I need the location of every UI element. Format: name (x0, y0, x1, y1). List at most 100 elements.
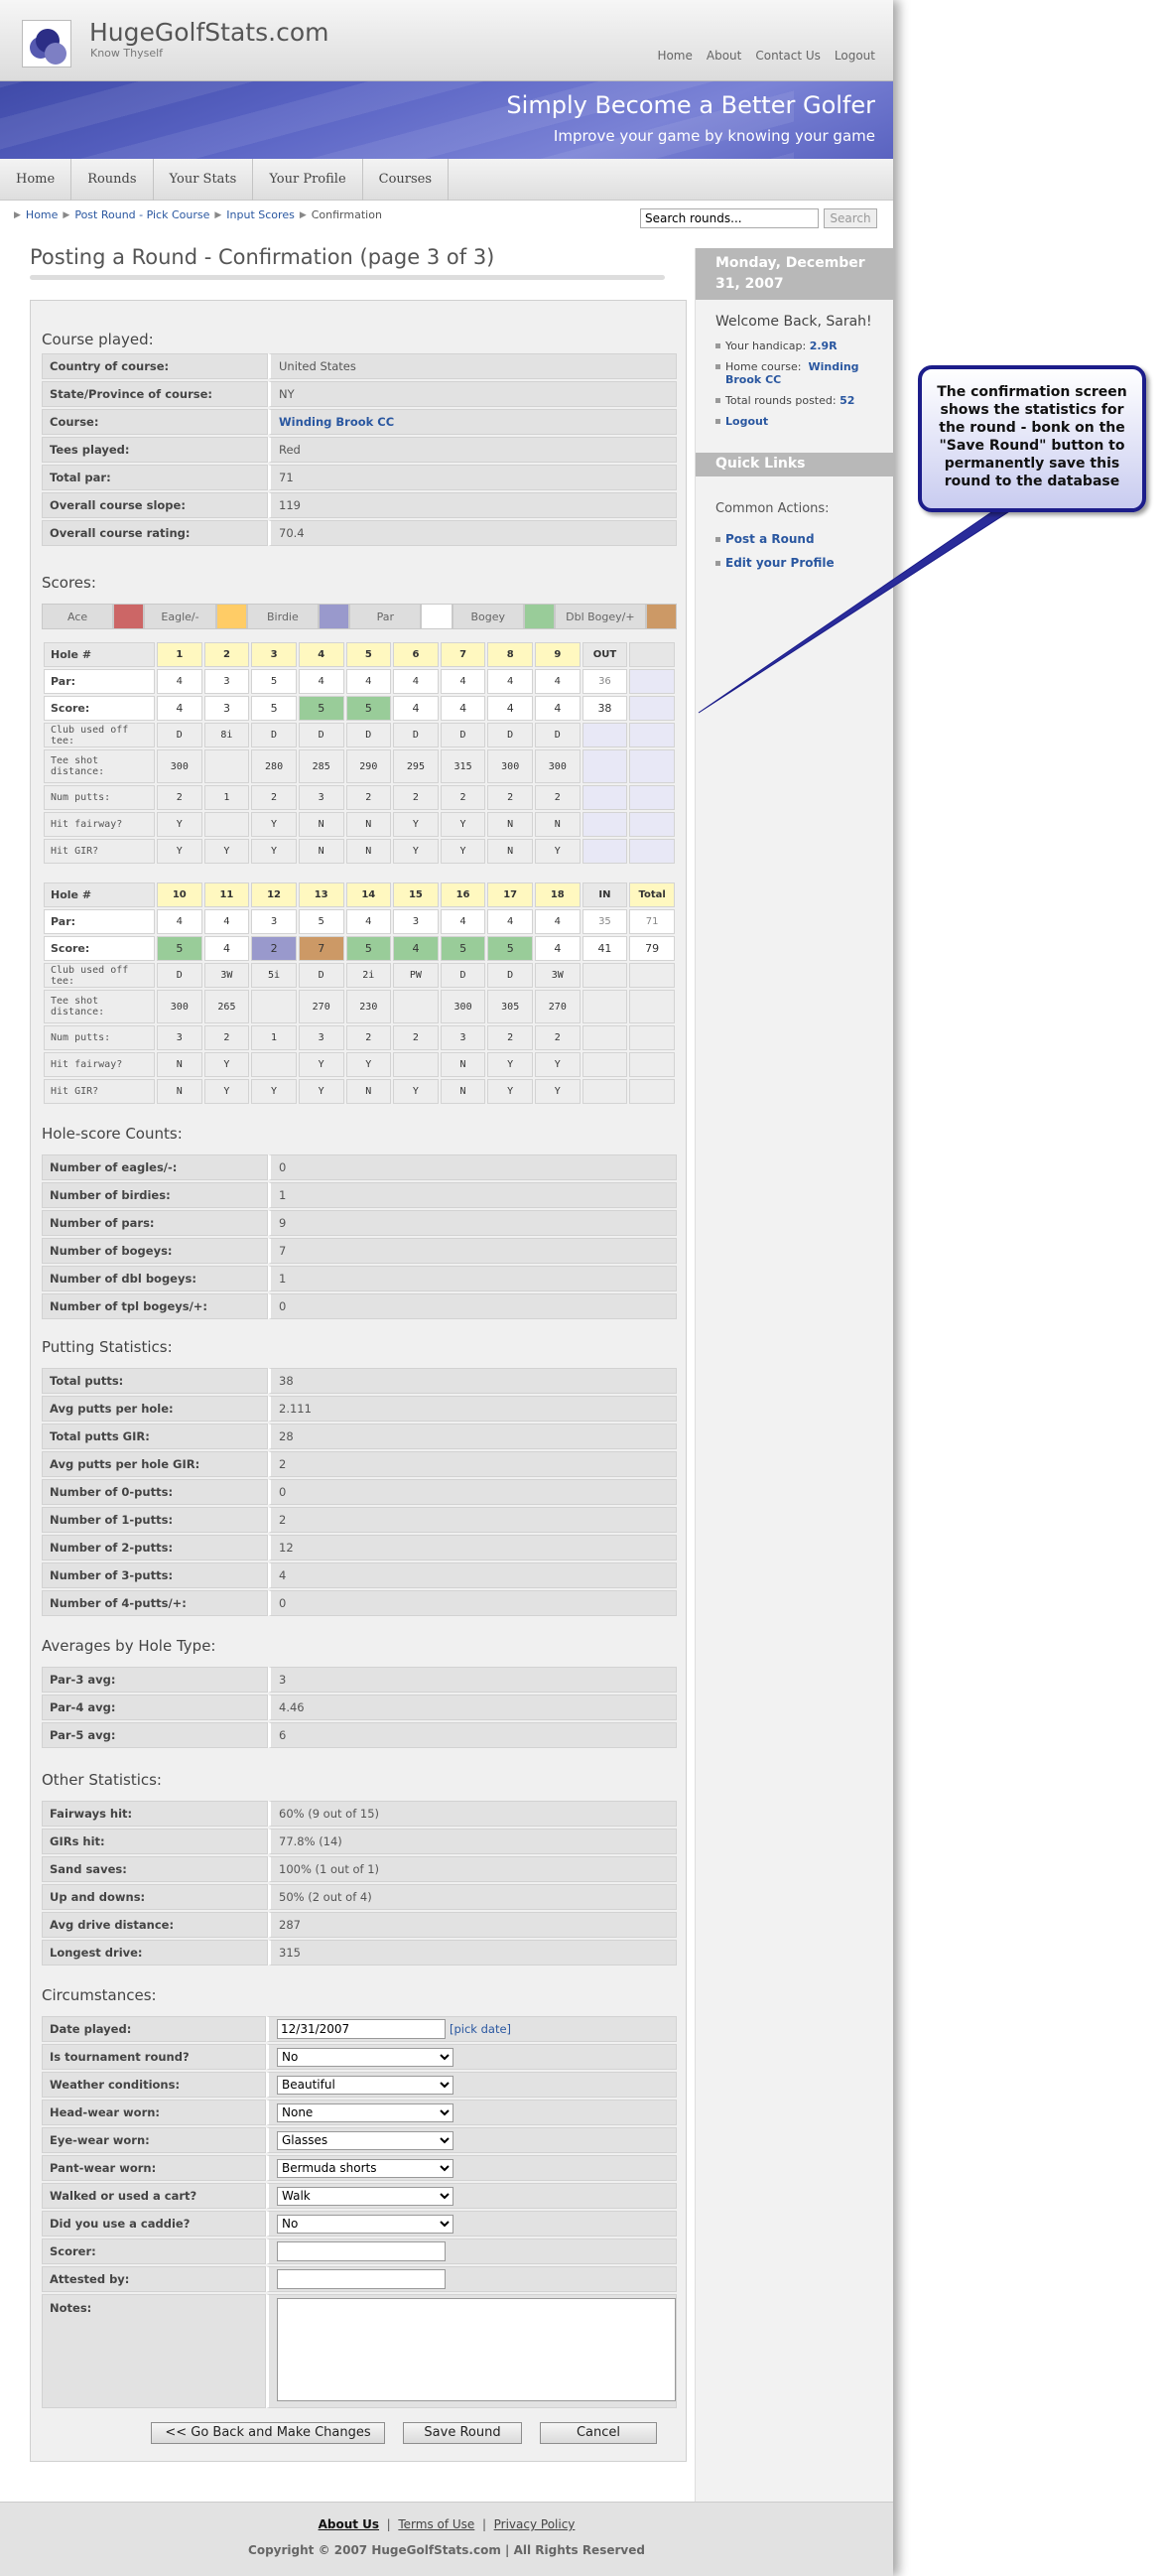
footer-privacy-link[interactable]: Privacy Policy (494, 2517, 576, 2531)
club-cell: D (440, 963, 486, 988)
other-row: Sand saves: 100% (1 out of 1) (42, 1856, 677, 1882)
course-table: Country of course: United States State/Pr… (42, 351, 677, 548)
notes-textarea[interactable] (277, 2298, 676, 2401)
search-input[interactable] (640, 208, 819, 228)
logo-icon[interactable] (22, 20, 71, 68)
attested-input[interactable] (277, 2269, 446, 2289)
edit-profile-link[interactable]: Edit your Profile (715, 556, 835, 570)
score-cell: 4 (535, 696, 581, 721)
hole-number: 14 (345, 882, 392, 907)
putting-value: 0 (268, 1590, 677, 1616)
course-value: 70.4 (268, 520, 677, 546)
tab-rounds[interactable]: Rounds (71, 159, 154, 201)
footer-links: About Us | Terms of Use | Privacy Policy (318, 2517, 576, 2531)
rounds-link[interactable]: 52 (840, 394, 854, 407)
counts-row: Number of eagles/-: 0 (42, 1154, 677, 1180)
gir-cell: Y (157, 839, 202, 864)
save-round-button[interactable]: Save Round (403, 2422, 522, 2444)
hole-number: 16 (440, 882, 486, 907)
tab-courses[interactable]: Courses (363, 159, 450, 201)
putting-key: Avg putts per hole GIR: (42, 1451, 268, 1477)
select-input[interactable]: No (277, 2047, 453, 2067)
club-cell: D (535, 723, 581, 747)
tab-your-profile[interactable]: Your Profile (253, 159, 363, 201)
search-button[interactable]: Search (824, 208, 877, 228)
user-summary-list: Your handicap: 2.9R Home course: Winding… (715, 339, 884, 436)
course-link[interactable]: Winding Brook CC (279, 415, 394, 429)
date-input[interactable] (277, 2019, 446, 2039)
date-label: Date played: (42, 2016, 266, 2042)
fairway-cell: Y (393, 812, 439, 837)
legend-label: Birdie (246, 604, 319, 629)
site-name[interactable]: HugeGolfStats.com (89, 18, 328, 47)
breadcrumb-home[interactable]: Home (26, 208, 58, 221)
top-nav-about[interactable]: About (707, 49, 741, 63)
counts-key: Number of eagles/-: (42, 1154, 268, 1180)
fairway-cell: N (298, 812, 344, 837)
course-value: United States (268, 353, 677, 379)
score-cell: 5 (487, 936, 533, 961)
putting-row: Number of 3-putts: 4 (42, 1562, 677, 1588)
par-cell: 4 (440, 909, 486, 934)
score-cell: 5 (157, 936, 202, 961)
scorer-cell (266, 2238, 677, 2264)
tee-cell: 315 (440, 749, 486, 783)
scorer-input[interactable] (277, 2241, 446, 2261)
course-heading: Course played: (42, 331, 154, 348)
notes-label: Notes: (42, 2294, 266, 2408)
top-nav-logout[interactable]: Logout (835, 49, 875, 63)
score-cell: 3 (203, 696, 250, 721)
go-back-button[interactable]: << Go Back and Make Changes (151, 2422, 385, 2444)
sum-cell (582, 990, 628, 1023)
top-nav-home[interactable]: Home (657, 49, 692, 63)
handicap-label: Your handicap: (725, 339, 807, 352)
par-cell: 4 (345, 669, 392, 694)
putts-cell: 2 (535, 785, 581, 810)
fairway-cell: Y (487, 1052, 533, 1077)
pick-date-link[interactable]: [pick date] (450, 2022, 511, 2036)
select-input[interactable]: Bermuda shorts (277, 2158, 453, 2178)
putts-cell: 1 (251, 1025, 297, 1050)
breadcrumb-current: Confirmation (311, 208, 382, 221)
select-input[interactable]: Glasses (277, 2130, 453, 2150)
par-sum: 35 (582, 909, 628, 934)
legend-label: Par (349, 604, 422, 629)
banner-subtitle: Improve your game by knowing your game (553, 127, 875, 145)
footer-terms-link[interactable]: Terms of Use (398, 2517, 474, 2531)
handicap-link[interactable]: 2.9R (810, 339, 838, 352)
putting-value: 12 (268, 1535, 677, 1560)
fairway-cell: Y (345, 1052, 392, 1077)
club-cell: 3W (535, 963, 581, 988)
club-cell: D (157, 723, 202, 747)
sidebar-logout-link[interactable]: Logout (725, 415, 768, 428)
row-label: Num putts: (44, 1025, 155, 1050)
tab-home[interactable]: Home (0, 159, 72, 201)
gir-cell: N (440, 1079, 486, 1104)
cancel-button[interactable]: Cancel (540, 2422, 657, 2444)
averages-row: Par-3 avg: 3 (42, 1667, 677, 1693)
legend-swatch (318, 604, 350, 629)
select-input[interactable]: None (277, 2102, 453, 2122)
select-input[interactable]: Beautiful (277, 2075, 453, 2095)
footer-about-link[interactable]: About Us (319, 2517, 379, 2531)
total-cell (629, 1025, 675, 1050)
fairway-cell: Y (203, 1052, 250, 1077)
other-value: 50% (2 out of 4) (268, 1884, 677, 1910)
counts-row: Number of dbl bogeys: 1 (42, 1266, 677, 1291)
putting-value: 28 (268, 1424, 677, 1449)
select-input[interactable]: No (277, 2214, 453, 2234)
tab-your-stats[interactable]: Your Stats (154, 159, 254, 201)
course-value: NY (268, 381, 677, 407)
breadcrumb-pick-course[interactable]: Post Round - Pick Course (74, 208, 209, 221)
score-sum: 38 (582, 696, 628, 721)
select-row: Did you use a caddie? No (42, 2211, 677, 2237)
top-nav-contact[interactable]: Contact Us (755, 49, 821, 63)
score-cell: 4 (393, 936, 439, 961)
post-round-link[interactable]: Post a Round (715, 532, 815, 546)
select-input[interactable]: Walk (277, 2186, 453, 2206)
breadcrumb-input-scores[interactable]: Input Scores (226, 208, 295, 221)
tee-cell: 230 (345, 990, 392, 1023)
counts-value: 9 (268, 1210, 677, 1236)
putting-heading: Putting Statistics: (42, 1338, 173, 1356)
counts-value: 1 (268, 1182, 677, 1208)
